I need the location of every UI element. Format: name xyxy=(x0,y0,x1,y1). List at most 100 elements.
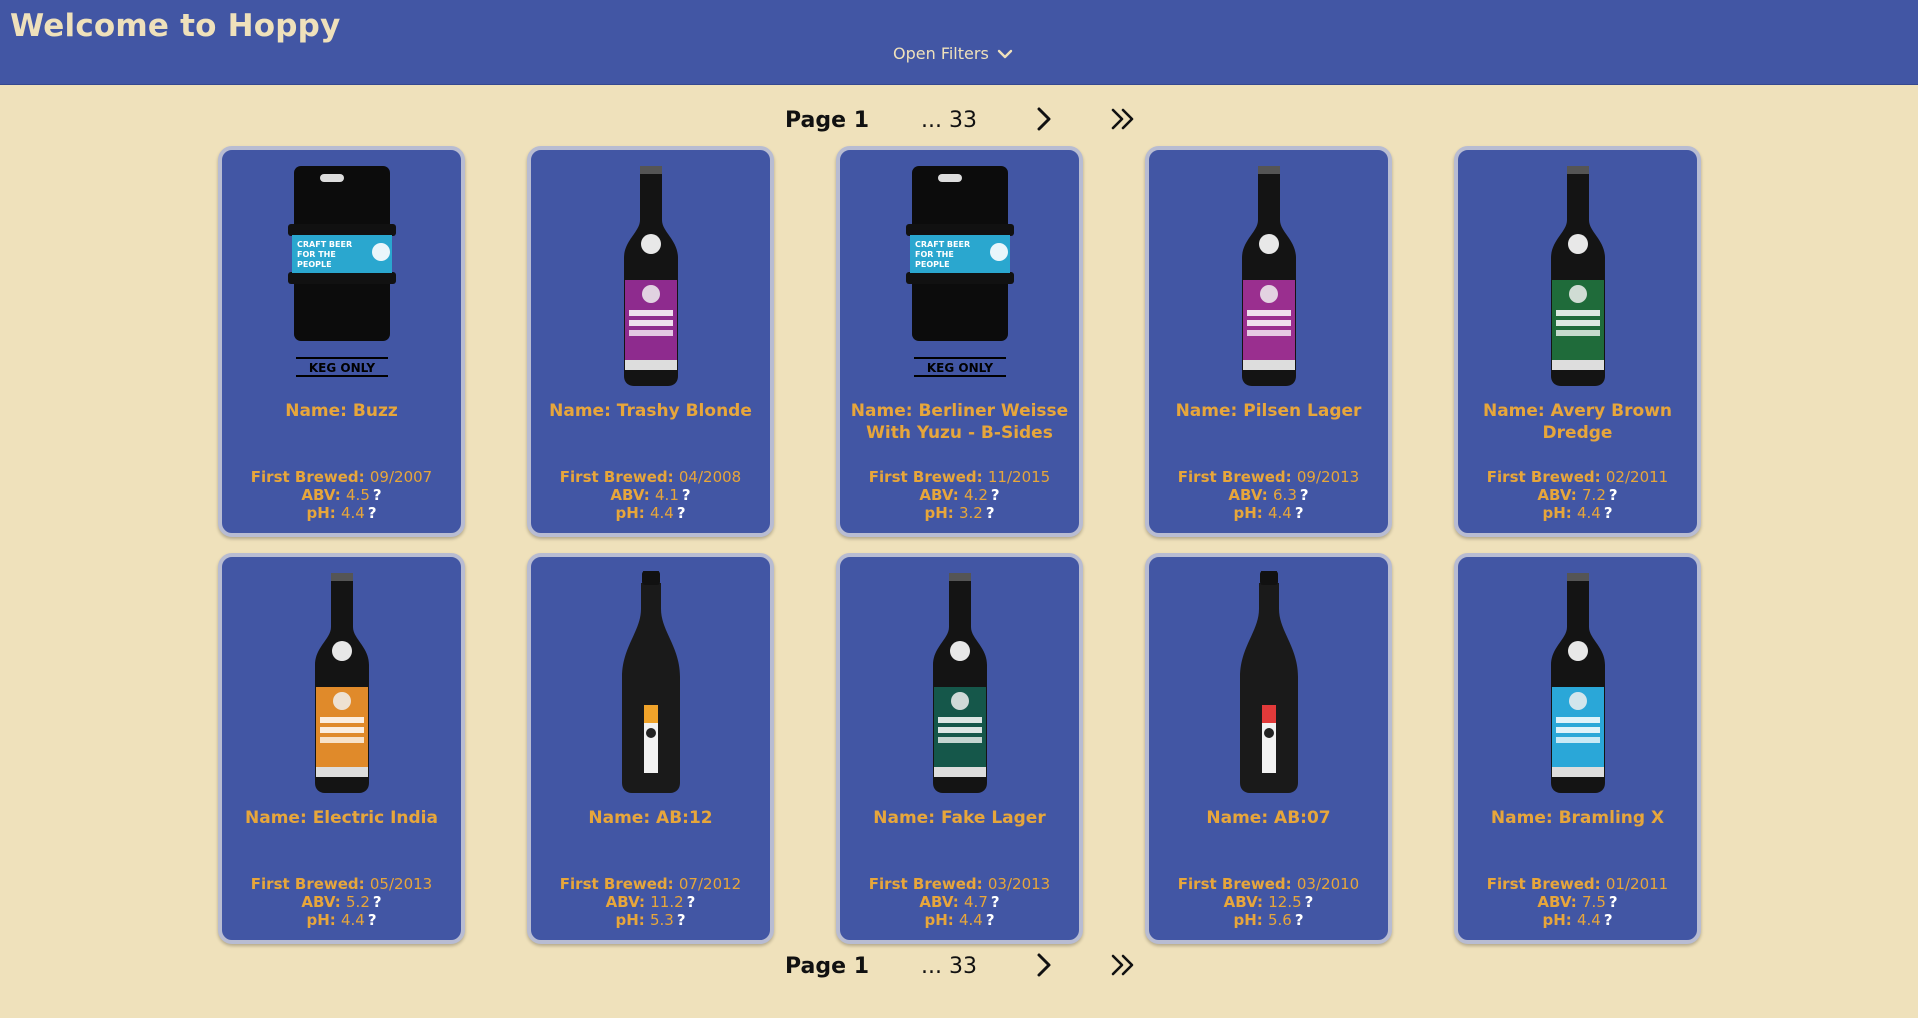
ph-row: pH: 5.3? xyxy=(615,911,686,929)
ph-help-icon[interactable]: ? xyxy=(677,911,686,929)
beer-name: Name: Avery Brown Dredge xyxy=(1482,401,1673,443)
open-filters-label: Open Filters xyxy=(893,44,989,63)
beer-image xyxy=(531,162,770,387)
ph-row: pH: 5.6? xyxy=(1233,911,1304,929)
abv-row: ABV: 4.1? xyxy=(610,486,691,504)
beer-name: Name: AB:07 xyxy=(1206,808,1331,828)
keg-only-label: KEG ONLY xyxy=(308,361,375,375)
ph-help-icon[interactable]: ? xyxy=(1295,504,1304,522)
beer-image: CRAFT BEER FOR THE PEOPLE KEG ONLY xyxy=(840,162,1079,387)
abv-help-icon[interactable]: ? xyxy=(991,486,1000,504)
chevron-right-icon[interactable] xyxy=(1033,104,1055,134)
abv-row: ABV: 7.5? xyxy=(1537,893,1618,911)
abv-row: ABV: 11.2? xyxy=(605,893,696,911)
abv-help-icon[interactable]: ? xyxy=(1609,486,1618,504)
ph-help-icon[interactable]: ? xyxy=(368,911,377,929)
first-brewed-row: First Brewed: 03/2010 xyxy=(1177,875,1360,893)
current-page-label: Page 1 xyxy=(785,954,870,979)
pagination-top: Page 1 ... 33 xyxy=(0,100,1918,140)
beer-stats: First Brewed: 03/2010 ABV: 12.5? pH: 5.6… xyxy=(1149,875,1388,929)
beer-stats: First Brewed: 03/2013 ABV: 4.7? pH: 4.4? xyxy=(840,875,1079,929)
total-pages-label[interactable]: ... 33 xyxy=(921,108,977,133)
keg-sticker-line: CRAFT BEER xyxy=(297,240,352,249)
ph-help-icon[interactable]: ? xyxy=(1295,911,1304,929)
beer-image xyxy=(1149,569,1388,794)
abv-row: ABV: 7.2? xyxy=(1537,486,1618,504)
ph-row: pH: 4.4? xyxy=(615,504,686,522)
double-chevron-right-icon[interactable] xyxy=(1108,950,1140,980)
beer-card[interactable]: Name: AB:12 First Brewed: 07/2012 ABV: 1… xyxy=(527,553,774,944)
ph-help-icon[interactable]: ? xyxy=(986,504,995,522)
beer-card[interactable]: CRAFT BEER FOR THE PEOPLE KEG ONLY Name:… xyxy=(218,146,465,537)
beer-card[interactable]: Name: Pilsen Lager First Brewed: 09/2013… xyxy=(1145,146,1392,537)
abv-help-icon[interactable]: ? xyxy=(373,893,382,911)
keg-sticker-line: PEOPLE xyxy=(915,260,950,269)
beer-card[interactable]: Name: AB:07 First Brewed: 03/2010 ABV: 1… xyxy=(1145,553,1392,944)
abv-help-icon[interactable]: ? xyxy=(1300,486,1309,504)
beer-image xyxy=(1149,162,1388,387)
keg-icon: CRAFT BEER FOR THE PEOPLE KEG ONLY xyxy=(287,166,396,377)
beer-image xyxy=(531,569,770,794)
first-brewed-row: First Brewed: 02/2011 xyxy=(1486,468,1669,486)
abv-row: ABV: 12.5? xyxy=(1223,893,1314,911)
double-chevron-right-icon[interactable] xyxy=(1108,104,1140,134)
beer-card[interactable]: Name: Bramling X First Brewed: 01/2011 A… xyxy=(1454,553,1701,944)
ph-row: pH: 4.4? xyxy=(924,911,995,929)
beer-name: Name: AB:12 xyxy=(588,808,713,828)
champagne-bottle-icon xyxy=(621,571,680,793)
first-brewed-row: First Brewed: 09/2007 xyxy=(250,468,433,486)
abv-help-icon[interactable]: ? xyxy=(687,893,696,911)
beer-card[interactable]: CRAFT BEER FOR THE PEOPLE KEG ONLY Name:… xyxy=(836,146,1083,537)
beer-name: Name: Pilsen Lager xyxy=(1175,401,1362,421)
abv-row: ABV: 4.2? xyxy=(919,486,1000,504)
beer-name: Name: Bramling X xyxy=(1490,808,1665,828)
ph-help-icon[interactable]: ? xyxy=(1604,504,1613,522)
pagination-bottom: Page 1 ... 33 xyxy=(0,946,1918,986)
chevron-down-icon xyxy=(997,49,1012,58)
first-brewed-row: First Brewed: 03/2013 xyxy=(868,875,1051,893)
beer-bottle-icon xyxy=(932,573,987,793)
abv-help-icon[interactable]: ? xyxy=(1305,893,1314,911)
ph-help-icon[interactable]: ? xyxy=(677,504,686,522)
abv-help-icon[interactable]: ? xyxy=(991,893,1000,911)
first-brewed-row: First Brewed: 04/2008 xyxy=(559,468,742,486)
beer-grid: CRAFT BEER FOR THE PEOPLE KEG ONLY Name:… xyxy=(218,146,1701,944)
beer-stats: First Brewed: 09/2013 ABV: 6.3? pH: 4.4? xyxy=(1149,468,1388,522)
beer-name: Name: Fake Lager xyxy=(873,808,1046,828)
beer-card[interactable]: Name: Electric India First Brewed: 05/20… xyxy=(218,553,465,944)
beer-bottle-icon xyxy=(1550,166,1605,386)
abv-row: ABV: 6.3? xyxy=(1228,486,1309,504)
beer-bottle-icon xyxy=(623,166,678,386)
beer-stats: First Brewed: 05/2013 ABV: 5.2? pH: 4.4? xyxy=(222,875,461,929)
beer-image xyxy=(1458,569,1697,794)
beer-bottle-icon xyxy=(1550,573,1605,793)
first-brewed-row: First Brewed: 11/2015 xyxy=(868,468,1051,486)
abv-row: ABV: 5.2? xyxy=(301,893,382,911)
current-page-label: Page 1 xyxy=(785,108,870,133)
ph-help-icon[interactable]: ? xyxy=(368,504,377,522)
beer-name: Name: Trashy Blonde xyxy=(549,401,752,421)
beer-name: Name: Berliner Weisse With Yuzu - B-Side… xyxy=(850,401,1069,443)
open-filters-toggle[interactable]: Open Filters xyxy=(893,44,1013,63)
first-brewed-row: First Brewed: 07/2012 xyxy=(559,875,742,893)
beer-bottle-icon xyxy=(314,573,369,793)
beer-image: CRAFT BEER FOR THE PEOPLE KEG ONLY xyxy=(222,162,461,387)
beer-card[interactable]: Name: Avery Brown Dredge First Brewed: 0… xyxy=(1454,146,1701,537)
beer-stats: First Brewed: 11/2015 ABV: 4.2? pH: 3.2? xyxy=(840,468,1079,522)
champagne-bottle-icon xyxy=(1239,571,1298,793)
ph-help-icon[interactable]: ? xyxy=(1604,911,1613,929)
chevron-right-icon[interactable] xyxy=(1033,950,1055,980)
ph-row: pH: 4.4? xyxy=(306,504,377,522)
ph-row: pH: 4.4? xyxy=(1233,504,1304,522)
total-pages-label[interactable]: ... 33 xyxy=(921,954,977,979)
beer-stats: First Brewed: 01/2011 ABV: 7.5? pH: 4.4? xyxy=(1458,875,1697,929)
abv-row: ABV: 4.7? xyxy=(919,893,1000,911)
ph-help-icon[interactable]: ? xyxy=(986,911,995,929)
beer-card[interactable]: Name: Trashy Blonde First Brewed: 04/200… xyxy=(527,146,774,537)
abv-help-icon[interactable]: ? xyxy=(1609,893,1618,911)
abv-help-icon[interactable]: ? xyxy=(682,486,691,504)
abv-help-icon[interactable]: ? xyxy=(373,486,382,504)
beer-bottle-icon xyxy=(1241,166,1296,386)
abv-row: ABV: 4.5? xyxy=(301,486,382,504)
beer-card[interactable]: Name: Fake Lager First Brewed: 03/2013 A… xyxy=(836,553,1083,944)
